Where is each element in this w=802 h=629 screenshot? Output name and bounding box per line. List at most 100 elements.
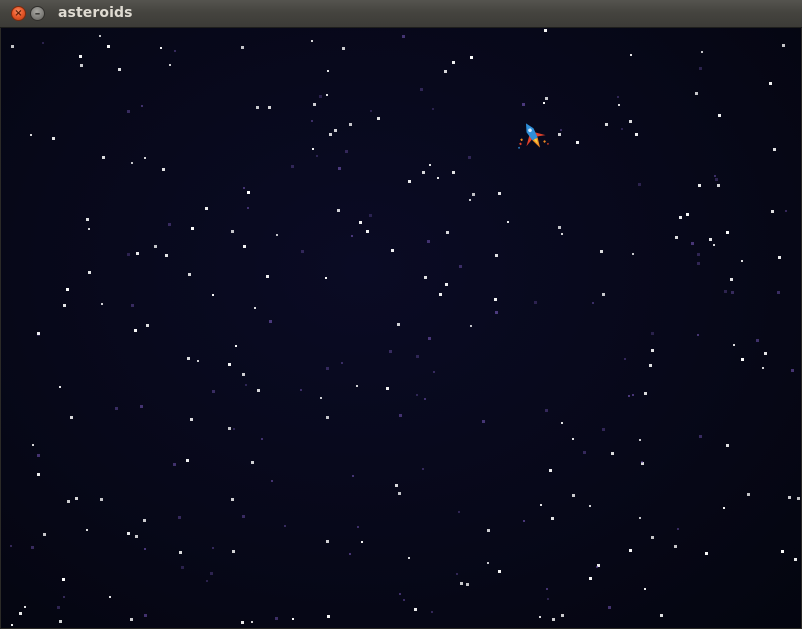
star	[713, 244, 715, 246]
star	[284, 525, 286, 527]
star	[572, 494, 575, 497]
star	[551, 517, 554, 520]
star	[292, 618, 294, 620]
star	[699, 435, 702, 438]
star	[714, 175, 716, 177]
star	[135, 535, 138, 538]
star	[605, 123, 608, 126]
title-bar[interactable]: × – asteroids	[0, 0, 802, 28]
game-canvas[interactable]	[1, 28, 801, 628]
star	[243, 245, 246, 248]
star	[733, 344, 735, 346]
star	[429, 164, 431, 166]
star	[764, 352, 767, 355]
star	[311, 40, 313, 42]
star	[628, 395, 630, 397]
star	[618, 104, 620, 106]
star	[726, 231, 729, 234]
star	[370, 110, 372, 112]
star	[326, 367, 329, 370]
star	[154, 245, 157, 248]
star	[341, 362, 343, 364]
star	[617, 96, 619, 98]
star	[771, 210, 774, 213]
star	[79, 55, 82, 58]
star	[327, 70, 329, 72]
star	[24, 606, 26, 608]
star	[327, 615, 330, 618]
star	[560, 129, 562, 131]
star	[399, 593, 401, 595]
star	[99, 35, 101, 37]
star	[494, 298, 497, 301]
star	[543, 102, 545, 104]
star	[495, 254, 498, 257]
star	[431, 611, 433, 613]
star	[686, 213, 689, 216]
star	[75, 497, 78, 500]
star	[206, 580, 208, 582]
star	[178, 516, 181, 519]
star	[552, 618, 555, 621]
star	[785, 210, 787, 212]
star	[697, 334, 699, 336]
star	[677, 528, 679, 530]
star	[228, 427, 231, 430]
star	[268, 106, 271, 109]
star	[674, 545, 677, 548]
star	[428, 337, 431, 340]
star	[174, 50, 176, 52]
star	[342, 47, 345, 50]
star	[326, 416, 329, 419]
star	[698, 184, 701, 187]
minimize-button[interactable]: –	[30, 6, 45, 21]
star	[11, 45, 14, 48]
star	[173, 463, 176, 466]
star	[312, 148, 314, 150]
star	[190, 418, 193, 421]
star	[271, 480, 273, 482]
star	[445, 283, 448, 286]
star	[399, 414, 402, 417]
star	[130, 618, 133, 621]
star	[377, 117, 380, 120]
star	[102, 156, 105, 159]
star	[316, 155, 318, 157]
star	[319, 95, 322, 98]
star	[136, 252, 139, 255]
star	[144, 614, 147, 617]
star	[42, 42, 44, 44]
star	[741, 358, 744, 361]
star	[88, 271, 91, 274]
star	[558, 226, 561, 229]
star	[561, 614, 564, 617]
star	[470, 325, 472, 327]
star	[695, 92, 698, 95]
star	[487, 529, 490, 532]
star	[608, 606, 611, 609]
star	[63, 304, 66, 307]
star	[420, 88, 423, 91]
star	[107, 45, 110, 48]
star	[266, 275, 269, 278]
star	[169, 64, 171, 66]
star	[635, 133, 638, 136]
star	[460, 582, 463, 585]
star	[730, 278, 733, 281]
star	[459, 265, 462, 268]
star	[386, 387, 389, 390]
star	[210, 572, 213, 575]
star	[366, 230, 369, 233]
star	[127, 253, 130, 256]
star	[644, 392, 647, 395]
star	[416, 394, 418, 396]
star	[291, 165, 294, 168]
star	[301, 250, 304, 253]
star	[769, 82, 772, 85]
star	[109, 596, 111, 598]
star	[424, 398, 426, 400]
star	[389, 350, 392, 353]
close-button[interactable]: ×	[11, 6, 26, 21]
star	[30, 134, 32, 136]
star	[11, 624, 13, 626]
